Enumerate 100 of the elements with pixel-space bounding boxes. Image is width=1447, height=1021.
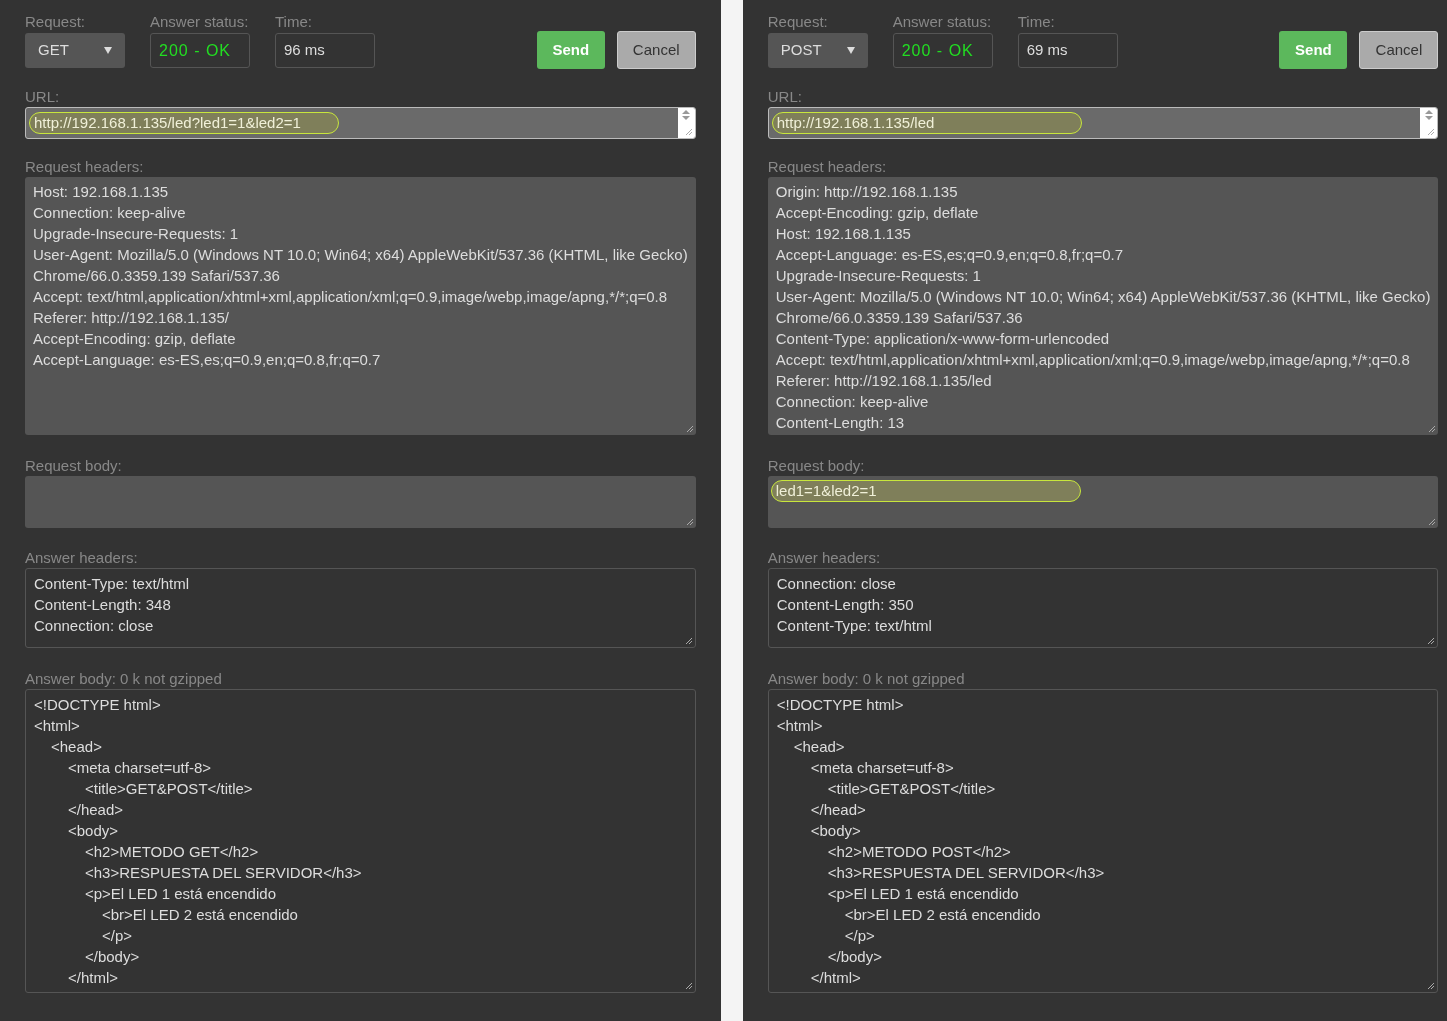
method-select[interactable]: GET [25,33,125,68]
resize-grip-icon[interactable] [685,425,694,433]
request-headers-box[interactable] [25,177,696,435]
field-label: Answer body: 0 k not gzipped [25,670,222,688]
spinner-arrows-icon[interactable] [682,110,691,120]
header-line: Connection: close [776,574,896,594]
header-line: Upgrade-Insecure-Requests: 1 [775,266,981,286]
header-line: Referer: http://192.168.1.135/led [775,371,992,391]
field-label: Time: [1017,13,1055,31]
header-line: Content-Type: text/html [34,574,190,594]
header-line: Origin: http://192.168.1.135 [775,182,958,202]
header-line: Upgrade-Insecure-Requests: 1 [33,224,239,244]
header-line: Referer: http://192.168.1.135/ [33,308,229,328]
header-line: Connection: close [34,616,154,636]
url-text: http://192.168.1.135/led [771,112,1082,134]
header-line: Content-Type: application/x-www-form-urlencoded [775,329,1110,349]
header-line: Connection: keep-alive [775,392,929,412]
resize-grip-icon[interactable] [1428,425,1437,433]
request-headers-box[interactable] [767,177,1439,435]
header-line: Connection: keep-alive [33,203,186,223]
field-label: Answer status: [150,13,249,31]
caret-icon [846,47,855,54]
resize-grip-icon[interactable] [685,518,694,526]
header-line: Accept-Language: es-ES,es;q=0.9,en;q=0.8,fr;q=0.7 [775,245,1124,265]
header-line: Chrome/66.0.3359.139 Safari/537.36 [775,308,1023,328]
code-line: <head> [51,737,102,757]
code-line: </p> [844,926,875,946]
code-line: </body> [85,947,140,967]
header-line: User-Agent: Mozilla/5.0 (Windows NT 10.0; Win64; x64) AppleWebKit/537.36 (KHTML, like Gecko) [33,245,688,265]
body-text: led1=1&led2=1 [770,480,1081,502]
code-line: <h2>METODO POST</h2> [827,842,1011,862]
answer-headers-box[interactable]: Content-Type: text/html Content-Length: 348 Connection: close [25,568,696,648]
header-line: Accept: text/html,application/xhtml+xml,application/xml;q=0.9,image/webp,image/apng,*/*;q=0.8 [33,287,668,307]
code-line: <head> [793,737,845,757]
code-line: <p>El LED 1 está encendido [827,884,1019,904]
code-line: </p> [102,926,133,946]
field-label: Request body: [767,457,865,475]
code-line: <html> [34,716,80,736]
field-label: Request: [767,13,828,31]
field-label: Request headers: [25,158,144,176]
header-line: Content-Type: text/html [776,616,932,636]
code-line: <br>El LED 2 está encendido [844,905,1041,925]
code-line: <body> [810,821,861,841]
header-line: Content-Length: 348 [34,595,171,615]
code-line: </html> [68,968,119,988]
cancel-button[interactable]: Cancel [1359,31,1439,69]
field-label: Answer body: 0 k not gzipped [767,670,965,688]
code-line: <title>GET&POST</title> [85,779,253,799]
method-select[interactable]: POST [767,33,868,68]
resize-grip-icon[interactable] [1427,128,1436,136]
url-field[interactable]: http://192.168.1.135/led?led1=1&led2=1 [25,107,696,139]
resize-grip-icon[interactable] [1428,518,1437,526]
code-line: <body> [68,821,119,841]
code-line: <!DOCTYPE html> [776,695,904,715]
code-line: <title>GET&POST</title> [827,779,996,799]
field-label: Request: [25,13,86,31]
header-line: Host: 192.168.1.135 [33,182,169,202]
field-label: Request body: [25,457,122,475]
code-line: <br>El LED 2 está encendido [102,905,298,925]
code-line: <p>El LED 1 está encendido [85,884,276,904]
time-field: 96 ms [275,33,375,68]
resize-grip-icon[interactable] [684,128,693,136]
header-line: Chrome/66.0.3359.139 Safari/537.36 [33,266,280,286]
header-line: Accept-Encoding: gzip, deflate [775,203,979,223]
code-line: </head> [810,800,866,820]
time-field: 69 ms [1017,33,1118,68]
field-label: Answer headers: [767,549,881,567]
resize-grip-icon[interactable] [1427,982,1436,990]
code-line: <!DOCTYPE html> [34,695,161,715]
field-label: Request headers: [767,158,887,176]
field-label: Time: [275,13,312,31]
caret-icon [104,47,112,54]
url-field[interactable]: http://192.168.1.135/led [767,107,1439,139]
header-line: User-Agent: Mozilla/5.0 (Windows NT 10.0; Win64; x64) AppleWebKit/537.36 (KHTML, like Gecko) [775,287,1431,307]
code-line: <meta charset=utf-8> [810,758,954,778]
resize-grip-icon[interactable] [684,982,693,990]
code-line: <h3>RESPUESTA DEL SERVIDOR</h3> [85,863,362,883]
cancel-button[interactable]: Cancel [616,31,696,69]
field-label: Answer headers: [25,549,138,567]
resize-grip-icon[interactable] [1427,637,1436,645]
header-line: Accept-Encoding: gzip, deflate [33,329,236,349]
code-line: <h2>METODO GET</h2> [85,842,259,862]
header-line: Content-Length: 13 [775,413,905,433]
request-body-box[interactable]: led1=1&led2=1 [767,476,1439,528]
answer-headers-box[interactable]: Connection: close Content-Length: 350 Content-Type: text/html [767,568,1439,648]
answer-body-box[interactable] [25,689,696,993]
code-line: <html> [776,716,823,736]
header-line: Host: 192.168.1.135 [775,224,911,244]
resize-grip-icon[interactable] [684,637,693,645]
code-line: <meta charset=utf-8> [68,758,211,778]
spinner-arrows-icon[interactable] [1424,110,1433,120]
code-line: </head> [68,800,124,820]
status-field: 200 - OK [892,33,993,68]
code-line: <h3>RESPUESTA DEL SERVIDOR</h3> [827,863,1105,883]
code-line: </html> [810,968,861,988]
status-field: 200 - OK [150,33,250,68]
url-text: http://192.168.1.135/led?led1=1&led2=1 [29,112,339,134]
field-label: URL: [767,88,802,106]
header-line: Accept-Language: es-ES,es;q=0.9,en;q=0.8,fr;q=0.7 [33,350,381,370]
answer-body-box[interactable] [767,689,1439,993]
